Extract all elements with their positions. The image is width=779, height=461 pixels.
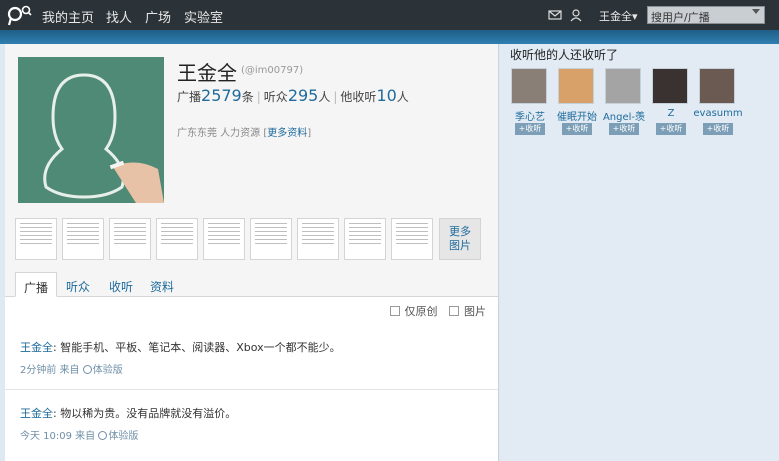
mail-icon[interactable] bbox=[548, 8, 562, 22]
tab-profile-info[interactable]: 资料 bbox=[141, 272, 183, 297]
profile-avatar[interactable] bbox=[18, 57, 164, 203]
recommended-user-avatar[interactable] bbox=[699, 68, 735, 104]
more-info-link[interactable]: 更多资料 bbox=[267, 128, 307, 139]
profile-stats: 广播2579条 | 听众295人 | 他收听10人 bbox=[177, 86, 409, 105]
weibo-source-icon bbox=[98, 431, 108, 440]
post-meta: 2分钟前 来自 体验版 bbox=[20, 361, 123, 376]
post-meta: 今天 10:09 来自 体验版 bbox=[20, 427, 138, 442]
nav-square[interactable]: 广场 bbox=[145, 7, 171, 26]
broadcast-count[interactable]: 2579 bbox=[201, 86, 242, 105]
sidebar-title: 收听他的人还收听了 bbox=[510, 48, 619, 62]
feed-filters: 仅原创 图片 bbox=[382, 303, 486, 319]
header-banner bbox=[0, 30, 779, 44]
post-author[interactable]: 王金全 bbox=[20, 341, 53, 354]
recommended-user-avatar[interactable] bbox=[652, 68, 688, 104]
following-label: 他收听 bbox=[340, 90, 377, 104]
following-unit: 人 bbox=[396, 90, 409, 104]
search-input[interactable]: 搜用户/广播 bbox=[647, 6, 765, 24]
listeners-label: 听众 bbox=[263, 90, 288, 104]
follow-button[interactable]: +收听 bbox=[656, 123, 686, 135]
follow-button[interactable]: +收听 bbox=[609, 123, 639, 135]
post-text: : 物以稀为贵。没有品牌就没有溢价。 bbox=[53, 407, 237, 420]
search-dropdown-icon[interactable] bbox=[752, 9, 760, 14]
tab-following[interactable]: 收听 bbox=[100, 272, 142, 297]
pictures-checkbox[interactable] bbox=[449, 306, 459, 316]
photo-thumbnail[interactable] bbox=[250, 218, 292, 260]
more-photos-label-1: 更多 bbox=[449, 225, 471, 238]
user-menu[interactable]: 王金全▾ bbox=[599, 8, 638, 24]
pictures-label[interactable]: 图片 bbox=[464, 305, 486, 318]
photo-thumbnail[interactable] bbox=[344, 218, 386, 260]
photo-thumbnail[interactable] bbox=[109, 218, 151, 260]
broadcast-unit: 条 bbox=[241, 90, 254, 104]
profile-meta: 广东东莞 人力资源 [更多资料] bbox=[177, 128, 312, 139]
recommended-user-name[interactable]: 催眠开始 bbox=[552, 108, 602, 123]
original-only-label[interactable]: 仅原创 bbox=[405, 305, 438, 318]
photo-thumbnail[interactable] bbox=[156, 218, 198, 260]
recommended-user: 季心艺 +收听 bbox=[511, 68, 549, 135]
listeners-unit: 人 bbox=[318, 90, 331, 104]
broadcast-feed: 仅原创 图片 王金全: 智能手机、平板、笔记本、阅读器、Xbox一个都不能少。 … bbox=[5, 297, 498, 461]
photo-thumbnail[interactable] bbox=[391, 218, 433, 260]
recommended-user: Angel-羡 +收听 bbox=[603, 68, 645, 135]
follow-button[interactable]: +收听 bbox=[703, 123, 733, 135]
stats-separator: | bbox=[333, 90, 338, 104]
post-source[interactable]: 体验版 bbox=[93, 365, 123, 376]
location-job: 广东东莞 人力资源 bbox=[177, 128, 261, 139]
post-time[interactable]: 2分钟前 来自 bbox=[20, 365, 80, 376]
follow-button[interactable]: +收听 bbox=[562, 123, 592, 135]
profile-main-column: 王金全 (@im00797) 广播2579条 | 听众295人 | 他收听10人 广东东… bbox=[5, 44, 499, 461]
tab-listeners[interactable]: 听众 bbox=[57, 272, 99, 297]
nav-find-people[interactable]: 找人 bbox=[106, 7, 132, 26]
stats-separator: | bbox=[256, 90, 261, 104]
user-icon[interactable] bbox=[569, 8, 583, 22]
recommended-user-avatar[interactable] bbox=[558, 68, 594, 104]
qq-penguin-chalk-drawing bbox=[18, 57, 164, 203]
post-time[interactable]: 今天 10:09 来自 bbox=[20, 431, 95, 442]
recommended-user: 催眠开始 +收听 bbox=[557, 68, 597, 135]
broadcast-label: 广播 bbox=[177, 90, 202, 104]
qq-weibo-logo-icon[interactable] bbox=[6, 4, 32, 26]
follow-button[interactable]: +收听 bbox=[515, 123, 545, 135]
nav-my-home[interactable]: 我的主页 bbox=[42, 7, 94, 26]
nav-lab[interactable]: 实验室 bbox=[184, 7, 223, 26]
top-navigation-bar: 我的主页 找人 广场 实验室 王金全▾ 搜用户/广播 bbox=[0, 0, 779, 30]
recommended-user-name[interactable]: 季心艺 bbox=[505, 108, 555, 123]
profile-name: 王金全 bbox=[177, 61, 237, 85]
more-photos-label-2: 图片 bbox=[449, 239, 471, 252]
recommended-user-avatar[interactable] bbox=[511, 68, 547, 104]
post-author[interactable]: 王金全 bbox=[20, 407, 53, 420]
feed-post: 王金全: 物以稀为贵。没有品牌就没有溢价。 今天 10:09 来自 体验版 bbox=[5, 389, 498, 461]
photo-thumbnail[interactable] bbox=[62, 218, 104, 260]
post-body: 王金全: 智能手机、平板、笔记本、阅读器、Xbox一个都不能少。 bbox=[20, 339, 341, 355]
user-menu-name: 王金全 bbox=[599, 10, 632, 23]
listeners-count[interactable]: 295 bbox=[288, 86, 319, 105]
weibo-source-icon bbox=[82, 365, 92, 374]
recommended-user-name[interactable]: Z bbox=[646, 108, 696, 119]
post-body: 王金全: 物以稀为贵。没有品牌就没有溢价。 bbox=[20, 405, 236, 421]
original-only-checkbox[interactable] bbox=[389, 306, 400, 316]
following-count[interactable]: 10 bbox=[376, 86, 396, 105]
feed-post: 王金全: 智能手机、平板、笔记本、阅读器、Xbox一个都不能少。 2分钟前 来自… bbox=[5, 323, 498, 389]
recommendation-sidebar: 收听他的人还收听了 季心艺 +收听 催眠开始 +收听 Angel-羡 +收听 Z… bbox=[500, 44, 779, 461]
profile-tabs: 广播 听众 收听 资料 bbox=[5, 272, 498, 297]
recommended-user-name[interactable]: evasumm bbox=[693, 108, 743, 119]
photo-thumbnail[interactable] bbox=[203, 218, 245, 260]
recommended-user-name[interactable]: Angel-羡 bbox=[599, 108, 649, 123]
photo-thumbnail[interactable] bbox=[297, 218, 339, 260]
chevron-down-icon: ▾ bbox=[632, 10, 638, 23]
profile-uid: (@im00797) bbox=[241, 65, 304, 76]
tab-broadcast[interactable]: 广播 bbox=[15, 272, 57, 297]
more-photos-button[interactable]: 更多 图片 bbox=[439, 218, 481, 260]
photo-thumbnail[interactable] bbox=[15, 218, 57, 260]
post-source[interactable]: 体验版 bbox=[108, 431, 138, 442]
recommended-user: evasumm +收听 bbox=[693, 68, 743, 135]
recommended-user: Z +收听 bbox=[652, 68, 690, 135]
post-text: : 智能手机、平板、笔记本、阅读器、Xbox一个都不能少。 bbox=[53, 341, 341, 354]
recommended-user-avatar[interactable] bbox=[605, 68, 641, 104]
